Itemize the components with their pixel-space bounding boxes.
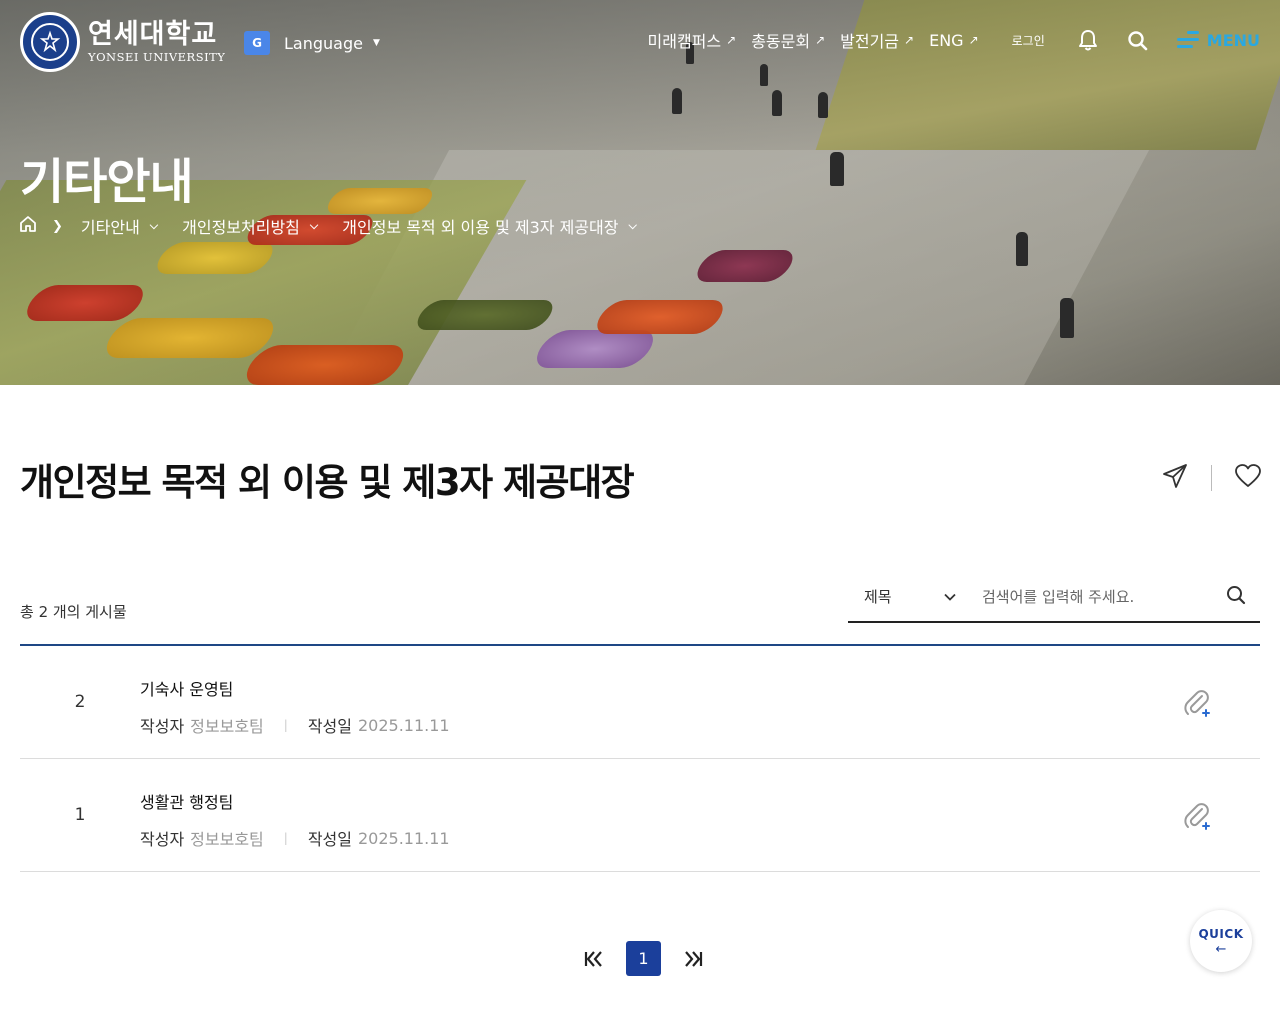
attachment-icon[interactable] (1182, 801, 1212, 831)
search-submit-icon[interactable] (1226, 585, 1248, 607)
nav-link-development-fund[interactable]: 발전기금 ↗ (840, 28, 914, 52)
home-icon[interactable] (18, 214, 38, 238)
chevron-down-icon: ⌵ (309, 219, 319, 232)
hamburger-icon (1176, 31, 1199, 49)
arrow-left-icon: ← (1215, 941, 1227, 957)
external-link-icon: ↗ (726, 33, 737, 47)
list-item[interactable]: 1 생활관 행정팀 작성자 정보보호팀 | 작성일 2025.11.11 (20, 759, 1260, 872)
last-page-icon[interactable] (681, 946, 707, 972)
post-title[interactable]: 기숙사 운영팀 (140, 676, 233, 700)
nav-link-eng[interactable]: ENG ↗ (929, 31, 979, 50)
chevron-down-icon: ⌵ (628, 219, 637, 232)
search-bar: 제목 (848, 572, 1260, 623)
heart-icon[interactable] (1234, 463, 1262, 493)
pagination: 1 (580, 941, 707, 976)
section-title: 기타안내 (20, 154, 194, 210)
author-value: 정보보호팀 (190, 717, 264, 736)
author-value: 정보보호팀 (190, 830, 264, 849)
post-meta: 작성자 정보보호팀 | 작성일 2025.11.11 (140, 826, 450, 850)
meta-separator: | (283, 718, 288, 732)
language-selector[interactable]: G Language ▼ (244, 31, 380, 59)
quick-menu-button[interactable]: QUICK ← (1190, 910, 1252, 972)
divider (1211, 465, 1212, 491)
date-value: 2025.11.11 (358, 828, 450, 848)
breadcrumb: ❯ 기타안내 ⌵ 개인정보처리방침 ⌵ 개인정보 목적 외 이용 및 제3자 제… (18, 214, 661, 238)
author-label: 작성자 (140, 717, 185, 736)
caret-down-icon: ▼ (372, 38, 380, 48)
date-value: 2025.11.11 (358, 715, 450, 735)
logo-english: YONSEI UNIVERSITY (88, 50, 226, 64)
google-translate-icon: G (244, 31, 276, 59)
share-icon[interactable] (1161, 462, 1189, 494)
post-count: 총 2 개의 게시물 (20, 603, 127, 621)
login-link[interactable]: 로그인 (1012, 32, 1045, 49)
date-label: 작성일 (307, 830, 352, 849)
author-label: 작성자 (140, 830, 185, 849)
quick-label: QUICK (1198, 926, 1244, 941)
chevron-down-icon (944, 593, 956, 601)
date-label: 작성일 (307, 717, 352, 736)
search-type-select[interactable]: 제목 (848, 572, 968, 623)
chevron-right-icon: ❯ (52, 218, 63, 234)
page-tools (1161, 462, 1262, 494)
meta-separator: | (283, 831, 288, 845)
chevron-down-icon: ⌵ (149, 219, 159, 232)
external-link-icon: ↗ (968, 33, 979, 47)
site-header: 연세대학교 YONSEI UNIVERSITY G Language ▼ 미래캠… (0, 0, 1280, 90)
university-logo[interactable]: 연세대학교 YONSEI UNIVERSITY (20, 12, 225, 72)
post-number: 2 (74, 692, 86, 712)
search-type-value: 제목 (864, 588, 892, 606)
university-seal-icon (20, 12, 80, 72)
post-meta: 작성자 정보보호팀 | 작성일 2025.11.11 (140, 713, 450, 737)
list-item[interactable]: 2 기숙사 운영팀 작성자 정보보호팀 | 작성일 2025.11.11 (20, 646, 1260, 759)
post-number: 1 (74, 805, 86, 825)
nav-link-future-campus[interactable]: 미래캠퍼스 ↗ (648, 28, 737, 52)
menu-button[interactable]: MENU (1176, 30, 1260, 50)
breadcrumb-item-other-info[interactable]: 기타안내 ⌵ (81, 214, 158, 238)
post-list: 2 기숙사 운영팀 작성자 정보보호팀 | 작성일 2025.11.11 1 생… (20, 644, 1260, 872)
nav-link-alumni[interactable]: 총동문회 ↗ (751, 28, 825, 52)
breadcrumb-item-privacy-policy[interactable]: 개인정보처리방침 ⌵ (182, 214, 318, 238)
first-page-icon[interactable] (580, 946, 606, 972)
page-current[interactable]: 1 (626, 941, 661, 976)
post-title[interactable]: 생활관 행정팀 (140, 789, 233, 813)
page-title: 개인정보 목적 외 이용 및 제3자 제공대장 (20, 461, 635, 504)
logo-korean: 연세대학교 (88, 19, 218, 50)
language-label: Language (284, 33, 363, 53)
bell-icon[interactable] (1077, 29, 1099, 51)
top-nav: 미래캠퍼스 ↗ 총동문회 ↗ 발전기금 ↗ ENG ↗ 로그인 MENU (648, 28, 1260, 52)
menu-label: MENU (1206, 30, 1260, 50)
search-icon[interactable] (1127, 29, 1149, 51)
search-input[interactable] (968, 572, 1260, 623)
external-link-icon: ↗ (815, 33, 826, 47)
breadcrumb-item-current[interactable]: 개인정보 목적 외 이용 및 제3자 제공대장 ⌵ (342, 214, 637, 238)
attachment-icon[interactable] (1182, 688, 1212, 718)
external-link-icon: ↗ (904, 33, 915, 47)
